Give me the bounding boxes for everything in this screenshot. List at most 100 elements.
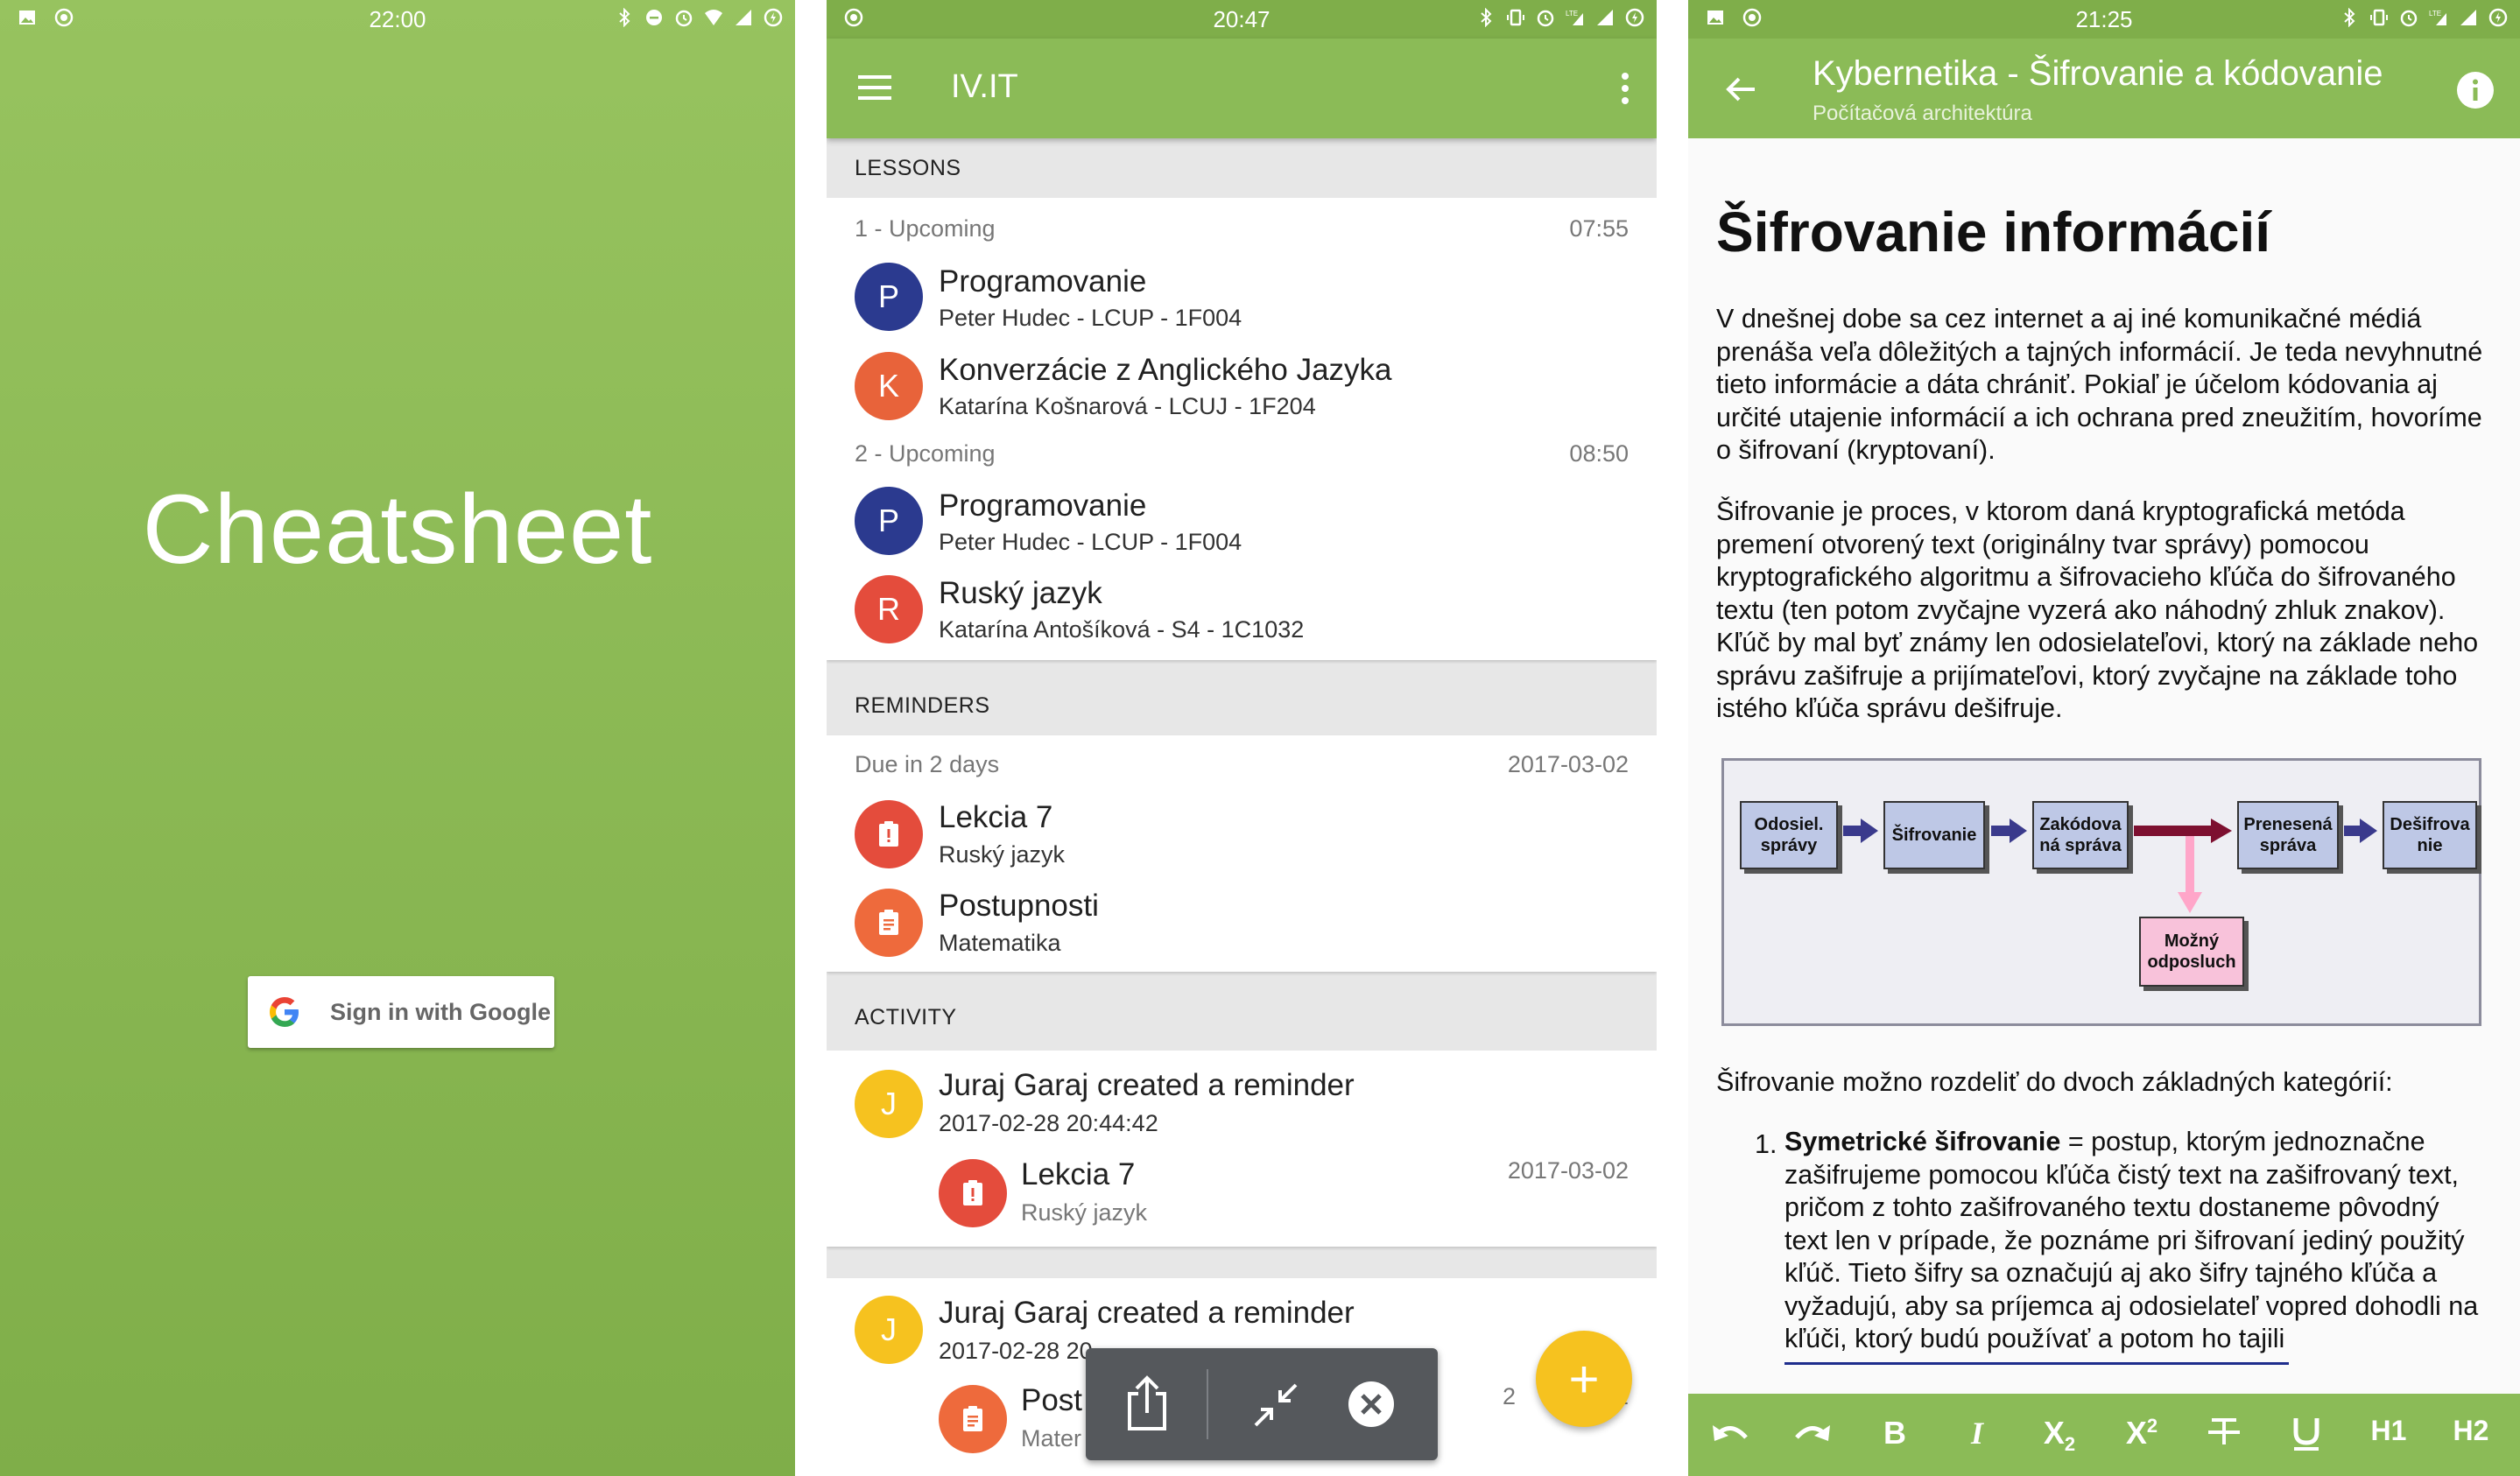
nested-reminder-subtitle: Ruský jazyk bbox=[1021, 1199, 1148, 1226]
alarm-icon bbox=[675, 10, 693, 27]
encryption-diagram: Odosiel. správy Šifrovanie Zakódova ná s… bbox=[1721, 758, 2481, 1026]
subscript-button[interactable]: X2 bbox=[2033, 1415, 2086, 1456]
bold-button[interactable]: B bbox=[1869, 1415, 1921, 1451]
diagram-box-encoded: Zakódova ná správa bbox=[2032, 801, 2129, 869]
svg-text:LTE: LTE bbox=[1566, 10, 1578, 18]
avatar: J bbox=[855, 1296, 923, 1364]
app-toolbar: IV.IT bbox=[827, 39, 1657, 138]
hamburger-menu-icon[interactable] bbox=[858, 74, 891, 102]
italic-button[interactable]: I bbox=[1951, 1415, 2003, 1451]
svg-text:LTE: LTE bbox=[2429, 10, 2441, 18]
picture-in-picture-controls bbox=[1086, 1348, 1438, 1460]
reminder-title: Lekcia 7 bbox=[939, 800, 1053, 834]
lesson-group-label: 2 - Upcoming bbox=[855, 440, 996, 467]
lesson-group-label: 1 - Upcoming bbox=[855, 215, 996, 242]
lesson-title: Programovanie bbox=[939, 264, 1147, 299]
lte-signal-icon: LTE bbox=[2429, 10, 2446, 25]
lesson-group-time: 07:55 bbox=[1569, 215, 1629, 242]
article-toolbar: Kybernetika - Šifrovanie a kódovanie Poč… bbox=[1688, 39, 2520, 138]
avatar: R bbox=[855, 575, 923, 643]
nested-reminder-title: Post bbox=[1021, 1383, 1083, 1417]
battery-saver-icon bbox=[2488, 8, 2508, 27]
close-icon[interactable] bbox=[1345, 1378, 1397, 1430]
article-subtitle: Počítačová architektúra bbox=[1813, 102, 2032, 125]
document-heading: Šifrovanie informácií bbox=[1716, 200, 2271, 264]
lesson-title: Ruský jazyk bbox=[939, 576, 1102, 610]
subscript-mark: 2 bbox=[2064, 1433, 2076, 1456]
status-bar: 20:47 LTE bbox=[827, 0, 1657, 39]
alert-clipboard-icon bbox=[855, 800, 923, 868]
superscript-label: X bbox=[2125, 1415, 2147, 1451]
diagram-box-transmitted: Prenesená správa bbox=[2237, 801, 2339, 869]
alarm-icon bbox=[1537, 10, 1554, 27]
redo-icon[interactable] bbox=[1786, 1415, 1839, 1450]
signal-icon bbox=[736, 10, 751, 25]
nested-reminder-date: 2017-03-02 bbox=[1507, 1157, 1629, 1184]
undo-icon[interactable] bbox=[1704, 1415, 1756, 1450]
lesson-title: Programovanie bbox=[939, 488, 1147, 523]
lesson-subtitle: Peter Hudec - LCUP - 1F004 bbox=[939, 529, 1242, 555]
wifi-icon bbox=[705, 10, 722, 25]
lesson-subtitle: Katarína Antošíková - S4 - 1C1032 bbox=[939, 616, 1305, 643]
nested-reminder-title: Lekcia 7 bbox=[1021, 1157, 1136, 1191]
add-fab-button[interactable]: + bbox=[1536, 1331, 1632, 1427]
reminders-section-header: REMINDERS bbox=[855, 693, 990, 718]
dnd-icon bbox=[646, 10, 662, 25]
signal-icon bbox=[2460, 10, 2476, 25]
alarm-icon bbox=[2400, 10, 2418, 27]
bluetooth-icon bbox=[619, 8, 630, 27]
lte-signal-icon: LTE bbox=[1566, 10, 1583, 25]
reminder-due-label: Due in 2 days bbox=[855, 751, 1000, 777]
nested-reminder-subtitle: Mater bbox=[1021, 1425, 1082, 1451]
list-item-term: Symetrické šifrovanie bbox=[1784, 1127, 2061, 1156]
bluetooth-icon bbox=[1481, 8, 1492, 27]
back-arrow-icon[interactable] bbox=[1723, 72, 1758, 107]
diagram-box-sender: Odosiel. správy bbox=[1740, 801, 1838, 869]
strikethrough-icon[interactable] bbox=[2198, 1415, 2250, 1450]
bluetooth-icon bbox=[2344, 8, 2355, 27]
lessons-card: 1 - Upcoming 07:55 P Programovanie Peter… bbox=[827, 198, 1657, 660]
paragraph: V dnešnej dobe sa cez internet a aj iné … bbox=[1716, 304, 2483, 465]
collapse-icon[interactable] bbox=[1250, 1380, 1301, 1430]
activity-title: Juraj Garaj created a reminder bbox=[939, 1296, 1355, 1330]
avatar: J bbox=[855, 1070, 923, 1138]
google-signin-button[interactable]: Sign in with Google bbox=[248, 976, 554, 1048]
superscript-button[interactable]: X2 bbox=[2115, 1415, 2168, 1451]
signal-icon bbox=[1597, 10, 1613, 25]
clipboard-icon bbox=[855, 889, 923, 957]
subscript-label: X bbox=[2043, 1415, 2065, 1451]
info-icon[interactable] bbox=[2455, 70, 2495, 110]
avatar: P bbox=[855, 263, 923, 331]
reminder-subtitle: Matematika bbox=[939, 930, 1061, 956]
activity-time: 2017-02-28 20:44:42 bbox=[939, 1110, 1158, 1136]
vibrate-icon bbox=[2370, 9, 2388, 26]
diagram-box-decryption: Dešifrova nie bbox=[2383, 801, 2477, 869]
status-bar: 21:25 LTE bbox=[1688, 0, 2520, 39]
google-g-icon bbox=[270, 997, 299, 1027]
alert-clipboard-icon bbox=[939, 1159, 1007, 1227]
reminder-subtitle: Ruský jazyk bbox=[939, 841, 1066, 868]
activity-title: Juraj Garaj created a reminder bbox=[939, 1068, 1355, 1102]
activity-section-header: ACTIVITY bbox=[855, 1005, 957, 1030]
lesson-subtitle: Katarína Košnarová - LCUJ - 1F204 bbox=[939, 393, 1316, 419]
list-item: Symetrické šifrovanie = postup, ktorým j… bbox=[1784, 1126, 2485, 1356]
share-icon[interactable] bbox=[1124, 1374, 1170, 1432]
diagram-box-encryption: Šifrovanie bbox=[1883, 801, 1985, 869]
paragraph: Šifrovanie je proces, v ktorom daná kryp… bbox=[1716, 496, 2479, 723]
battery-saver-icon bbox=[1625, 8, 1644, 27]
lesson-group-time: 08:50 bbox=[1569, 440, 1629, 467]
divider bbox=[1207, 1369, 1208, 1439]
reminders-card: Due in 2 days 2017-03-02 Lekcia 7 Ruský … bbox=[827, 735, 1657, 972]
nested-reminder-date-prefix: 2 bbox=[1503, 1383, 1517, 1409]
lesson-title: Konverzácie z Anglického Jazyka bbox=[939, 353, 1392, 387]
activity-card[interactable]: J Juraj Garaj created a reminder 2017-02… bbox=[827, 1051, 1657, 1247]
avatar: P bbox=[855, 487, 923, 555]
article-title: Kybernetika - Šifrovanie a kódovanie bbox=[1813, 54, 2383, 93]
clipboard-icon bbox=[939, 1385, 1007, 1453]
status-bar: 22:00 bbox=[0, 0, 795, 39]
heading2-button[interactable]: H2 bbox=[2445, 1415, 2497, 1447]
underline-icon[interactable] bbox=[2280, 1415, 2333, 1453]
diagram-box-eavesdrop: Možný odposluch bbox=[2139, 917, 2244, 987]
overflow-menu-icon[interactable] bbox=[1620, 72, 1630, 105]
heading1-button[interactable]: H1 bbox=[2362, 1415, 2415, 1447]
